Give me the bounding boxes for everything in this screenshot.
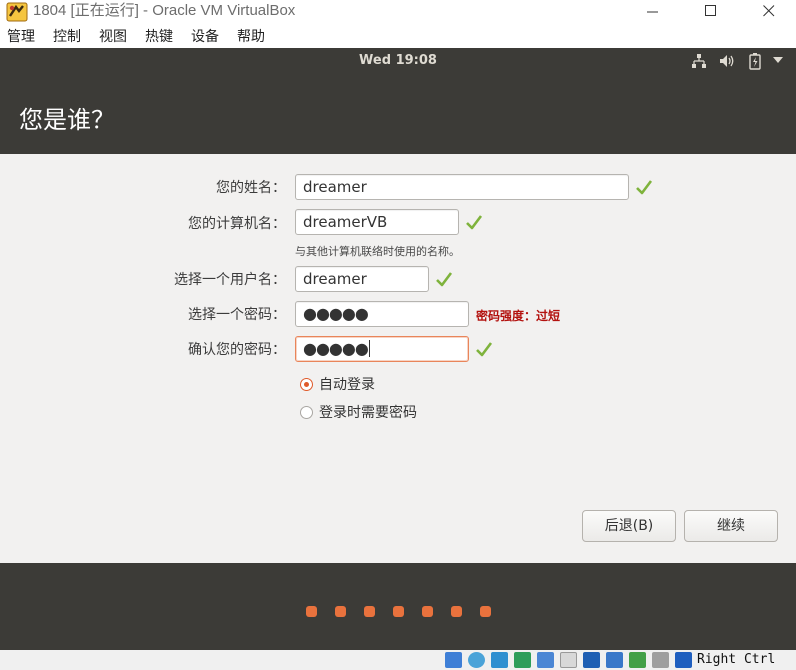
mouse-integration-icon[interactable] (629, 652, 646, 668)
cpu-icon[interactable] (652, 652, 669, 668)
menu-item-control[interactable]: 控制 (53, 28, 81, 46)
step-dot (451, 606, 462, 617)
virtualbox-app-icon (6, 2, 28, 22)
close-icon (763, 5, 775, 17)
menu-item-hotkeys[interactable]: 热键 (145, 28, 173, 46)
installer-header: 您是谁？ (0, 74, 796, 154)
maximize-button[interactable] (688, 0, 734, 22)
back-button[interactable]: 后退(B) (582, 510, 676, 542)
minimize-button[interactable] (630, 0, 676, 22)
window-titlebar: 1804 [正在运行] - Oracle VM VirtualBox (0, 0, 796, 26)
hard-disk-icon[interactable] (445, 652, 462, 668)
vm-status-bar: Right Ctrl (0, 650, 796, 670)
menu-bar: 管理 控制 视图 热键 设备 帮助 (0, 26, 796, 48)
require-password-label: 登录时需要密码 (319, 405, 417, 421)
clock[interactable]: Wed 19:08 (0, 53, 796, 68)
username-input[interactable]: dreamer (295, 266, 429, 292)
host-key-label: Right Ctrl (697, 652, 776, 667)
name-input[interactable]: dreamer (295, 174, 629, 200)
name-label: 您的姓名： (216, 180, 286, 196)
menu-item-manage[interactable]: 管理 (7, 28, 35, 46)
keyboard-capture-icon[interactable] (675, 652, 692, 668)
text-caret (368, 340, 370, 357)
password-input[interactable]: ●●●●● (295, 301, 469, 327)
audio-icon[interactable] (491, 652, 508, 668)
step-dot (335, 606, 346, 617)
network-adapter-icon[interactable] (514, 652, 531, 668)
usb-icon[interactable] (537, 652, 554, 668)
window-title: 1804 [正在运行] - Oracle VM VirtualBox (33, 2, 296, 19)
username-label: 选择一个用户名： (174, 272, 286, 288)
network-icon[interactable] (691, 53, 707, 69)
minimize-icon (647, 11, 658, 13)
menu-item-view[interactable]: 视图 (99, 28, 127, 46)
maximize-icon (705, 5, 716, 16)
computer-name-valid-check-icon (466, 215, 483, 230)
menu-item-help[interactable]: 帮助 (237, 28, 265, 46)
auto-login-radio[interactable] (300, 377, 313, 391)
guest-screen: Wed 19:08 您是谁？ 您的姓名： dreamer 您的计算机名： dre… (0, 48, 796, 650)
step-dot (306, 606, 317, 617)
continue-button[interactable]: 继续 (684, 510, 778, 542)
confirm-password-label: 确认您的密码： (188, 342, 286, 358)
password-strength-label: 密码强度：过短 (476, 309, 561, 323)
menu-item-devices[interactable]: 设备 (191, 28, 219, 46)
computer-name-input[interactable]: dreamerVB (295, 209, 459, 235)
computer-name-hint: 与其他计算机联络时使用的名称。 (295, 245, 460, 258)
confirm-password-masked-value: ●●●●● (303, 339, 369, 358)
display-icon[interactable] (583, 652, 600, 668)
password-masked-value: ●●●●● (303, 304, 369, 323)
step-dot (480, 606, 491, 617)
shared-folders-icon[interactable] (560, 652, 577, 668)
auto-login-option[interactable]: 自动登录 (300, 374, 375, 394)
username-valid-check-icon (436, 272, 453, 287)
step-dot (364, 606, 375, 617)
power-menu-arrow-icon[interactable] (773, 57, 783, 63)
video-capture-icon[interactable] (606, 652, 623, 668)
battery-icon[interactable] (749, 53, 761, 70)
optical-drive-icon[interactable] (468, 652, 485, 668)
require-password-option[interactable]: 登录时需要密码 (300, 402, 417, 422)
password-label: 选择一个密码： (188, 307, 286, 323)
step-dot (422, 606, 433, 617)
computer-name-label: 您的计算机名： (188, 216, 286, 232)
ubuntu-top-panel: Wed 19:08 (0, 48, 796, 74)
confirm-password-input[interactable]: ●●●●● (295, 336, 469, 362)
auto-login-label: 自动登录 (319, 377, 375, 393)
require-password-radio[interactable] (300, 405, 313, 419)
volume-icon[interactable] (719, 53, 737, 69)
page-title: 您是谁？ (19, 106, 115, 134)
step-dot (393, 606, 404, 617)
confirm-password-valid-check-icon (476, 342, 493, 357)
close-button[interactable] (746, 0, 792, 22)
installer-footer (0, 563, 796, 650)
name-valid-check-icon (636, 180, 653, 195)
